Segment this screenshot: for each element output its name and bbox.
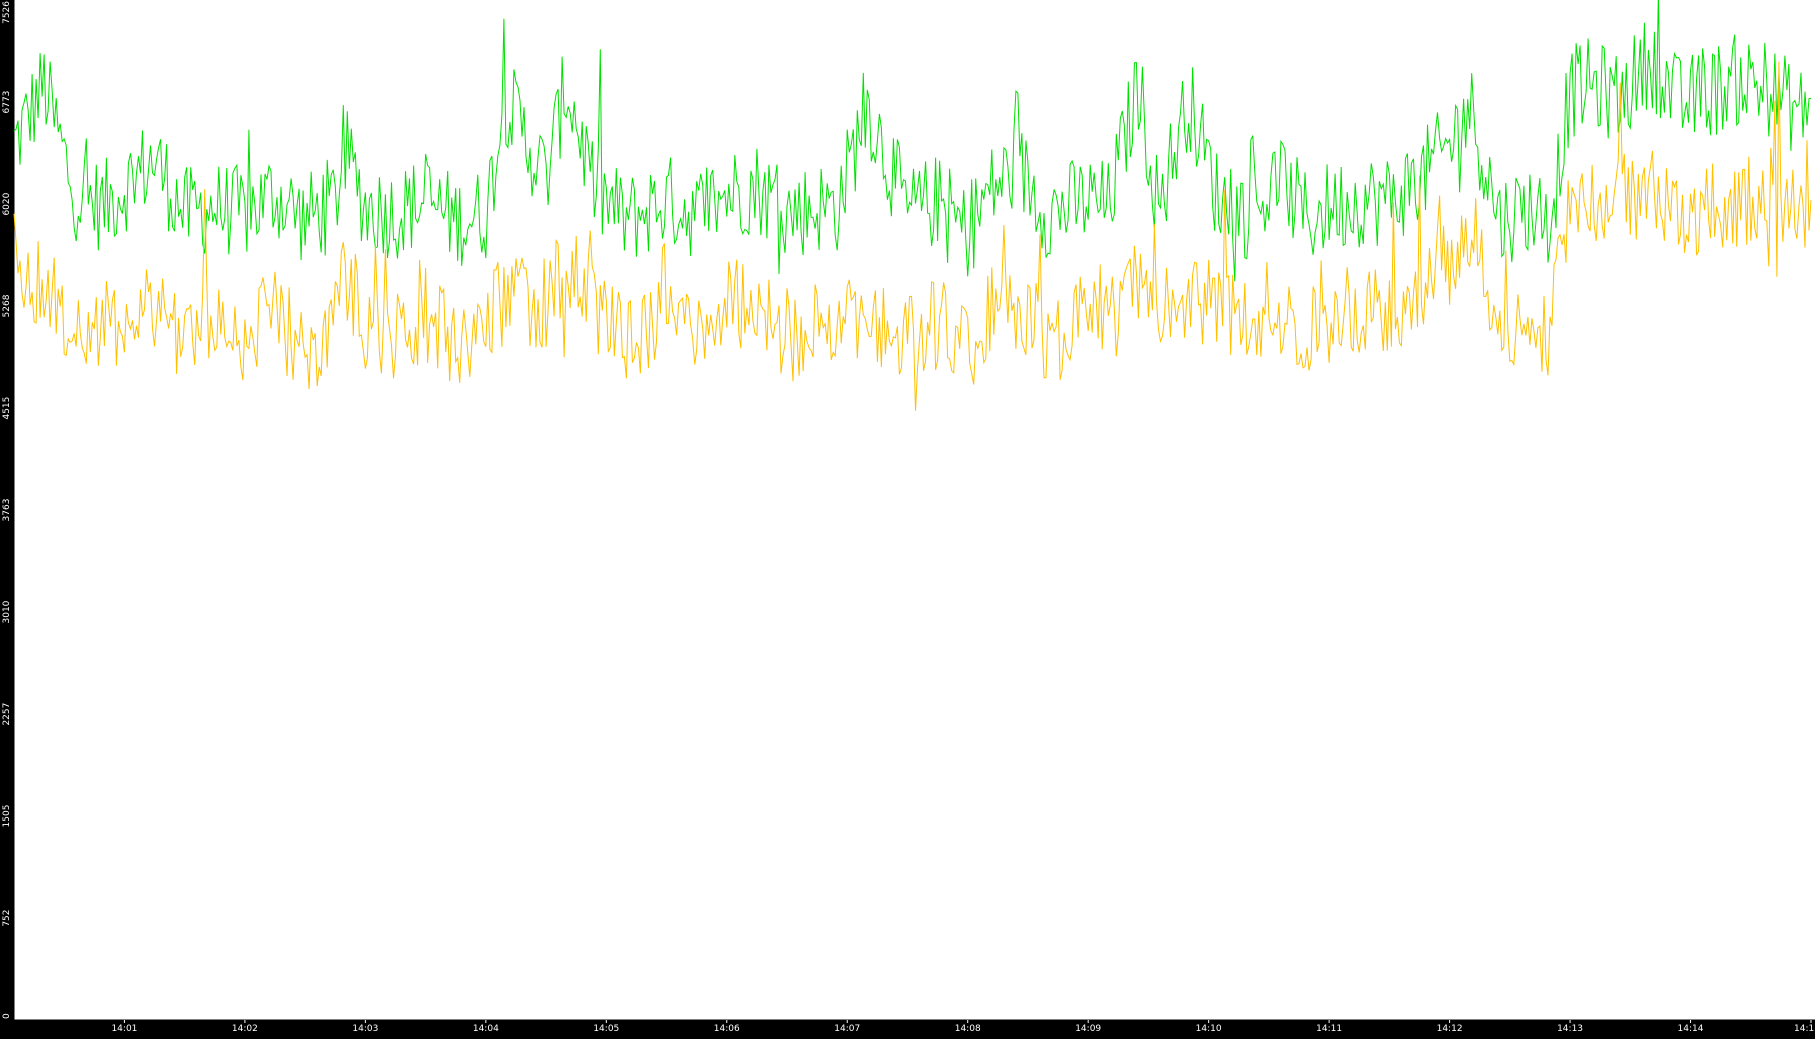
x-tick-label: 14:07 (834, 1024, 860, 1034)
x-tick-label: 14:15 (1794, 1024, 1815, 1034)
y-tick-label: 6773 (2, 91, 12, 114)
y-tick-label: 2257 (2, 703, 12, 726)
x-tick-label: 14:02 (232, 1024, 258, 1034)
y-tick-label: 3010 (2, 600, 12, 623)
x-tick-label: 14:01 (111, 1024, 137, 1034)
x-tick-label: 14:14 (1678, 1024, 1704, 1034)
y-tick-label: 3763 (2, 499, 12, 522)
y-tick-label: 752 (2, 909, 12, 926)
x-tick-label: 14:05 (593, 1024, 619, 1034)
x-tick-label: 14:09 (1075, 1024, 1101, 1034)
y-tick-label: 0 (2, 1013, 12, 1019)
y-tick-label: 7526 (2, 1, 12, 24)
x-tick-label: 14:03 (352, 1024, 378, 1034)
x-tick-label: 14:08 (955, 1024, 981, 1034)
x-tick-label: 14:06 (714, 1024, 740, 1034)
y-tick-label: 6020 (2, 192, 12, 215)
x-tick-label: 14:04 (473, 1024, 499, 1034)
line-chart: 0 752 1505 2257 3010 3763 4515 5268 6020 6773 7526… (0, 0, 1815, 1039)
x-tick-label: 14:12 (1437, 1024, 1463, 1034)
x-tick-label: 14:11 (1316, 1024, 1342, 1034)
y-tick-label: 1505 (2, 805, 12, 828)
y-tick-label: 5268 (2, 294, 12, 317)
plot-area (14, 0, 1815, 1020)
x-tick-label: 14:13 (1557, 1024, 1583, 1034)
x-tick-label: 14:10 (1196, 1024, 1222, 1034)
y-tick-label: 4515 (2, 397, 12, 420)
